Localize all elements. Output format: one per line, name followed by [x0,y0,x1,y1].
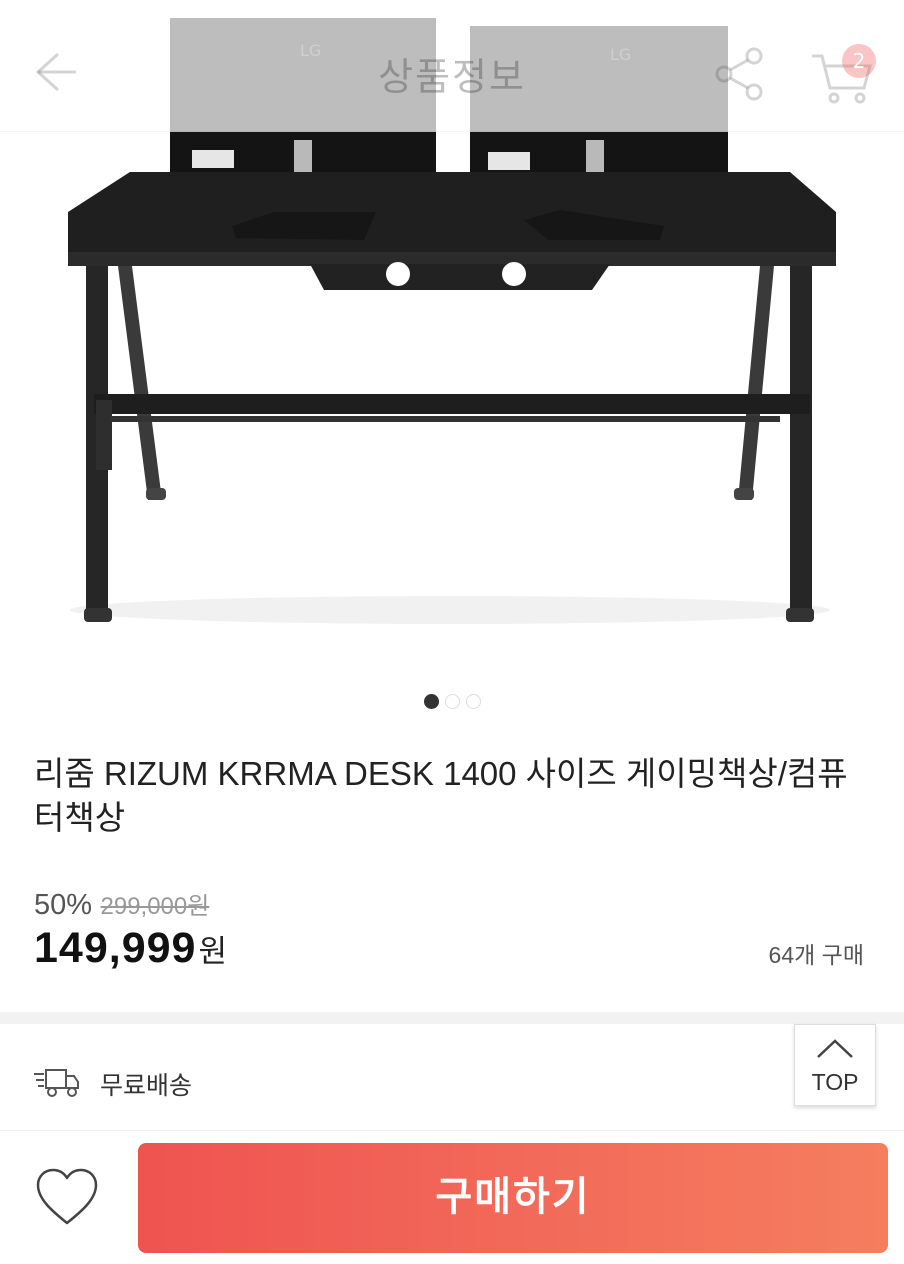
price-row: 149,999원 [34,924,227,973]
shipping-label: 무료배송 [100,1071,193,1100]
cart-count-badge: 2 [842,44,876,78]
discount-row: 50% 299,000원 [34,886,209,922]
bottom-action-bar: 구매하기 [0,1130,904,1264]
product-image[interactable]: LG LG [0,0,904,730]
section-divider [0,1012,904,1024]
chevron-up-icon [817,1039,853,1058]
sold-count: 64개 구매 [768,942,864,968]
scroll-top-button[interactable]: TOP [794,1024,876,1106]
gallery-pagination [0,694,904,709]
sale-price: 149,999 [34,924,197,972]
top-header: 상품정보 2 [0,8,904,132]
buy-button[interactable]: 구매하기 [138,1143,888,1253]
original-price: 299,000원 [100,893,210,920]
discount-rate: 50% [34,889,93,921]
share-icon[interactable] [712,46,768,102]
gallery-dot[interactable] [465,694,481,709]
gallery-dot[interactable] [423,694,439,709]
gallery-dot[interactable] [444,694,460,709]
heart-icon[interactable] [34,1167,100,1229]
page-title: 상품정보 [378,55,526,99]
scroll-top-label: TOP [811,1069,859,1095]
product-name: 리줌 RIZUM KRRMA DESK 1400 사이즈 게이밍책상/컴퓨터책상 [34,755,848,836]
currency-label: 원 [198,934,227,969]
delivery-truck-icon [34,1069,79,1097]
